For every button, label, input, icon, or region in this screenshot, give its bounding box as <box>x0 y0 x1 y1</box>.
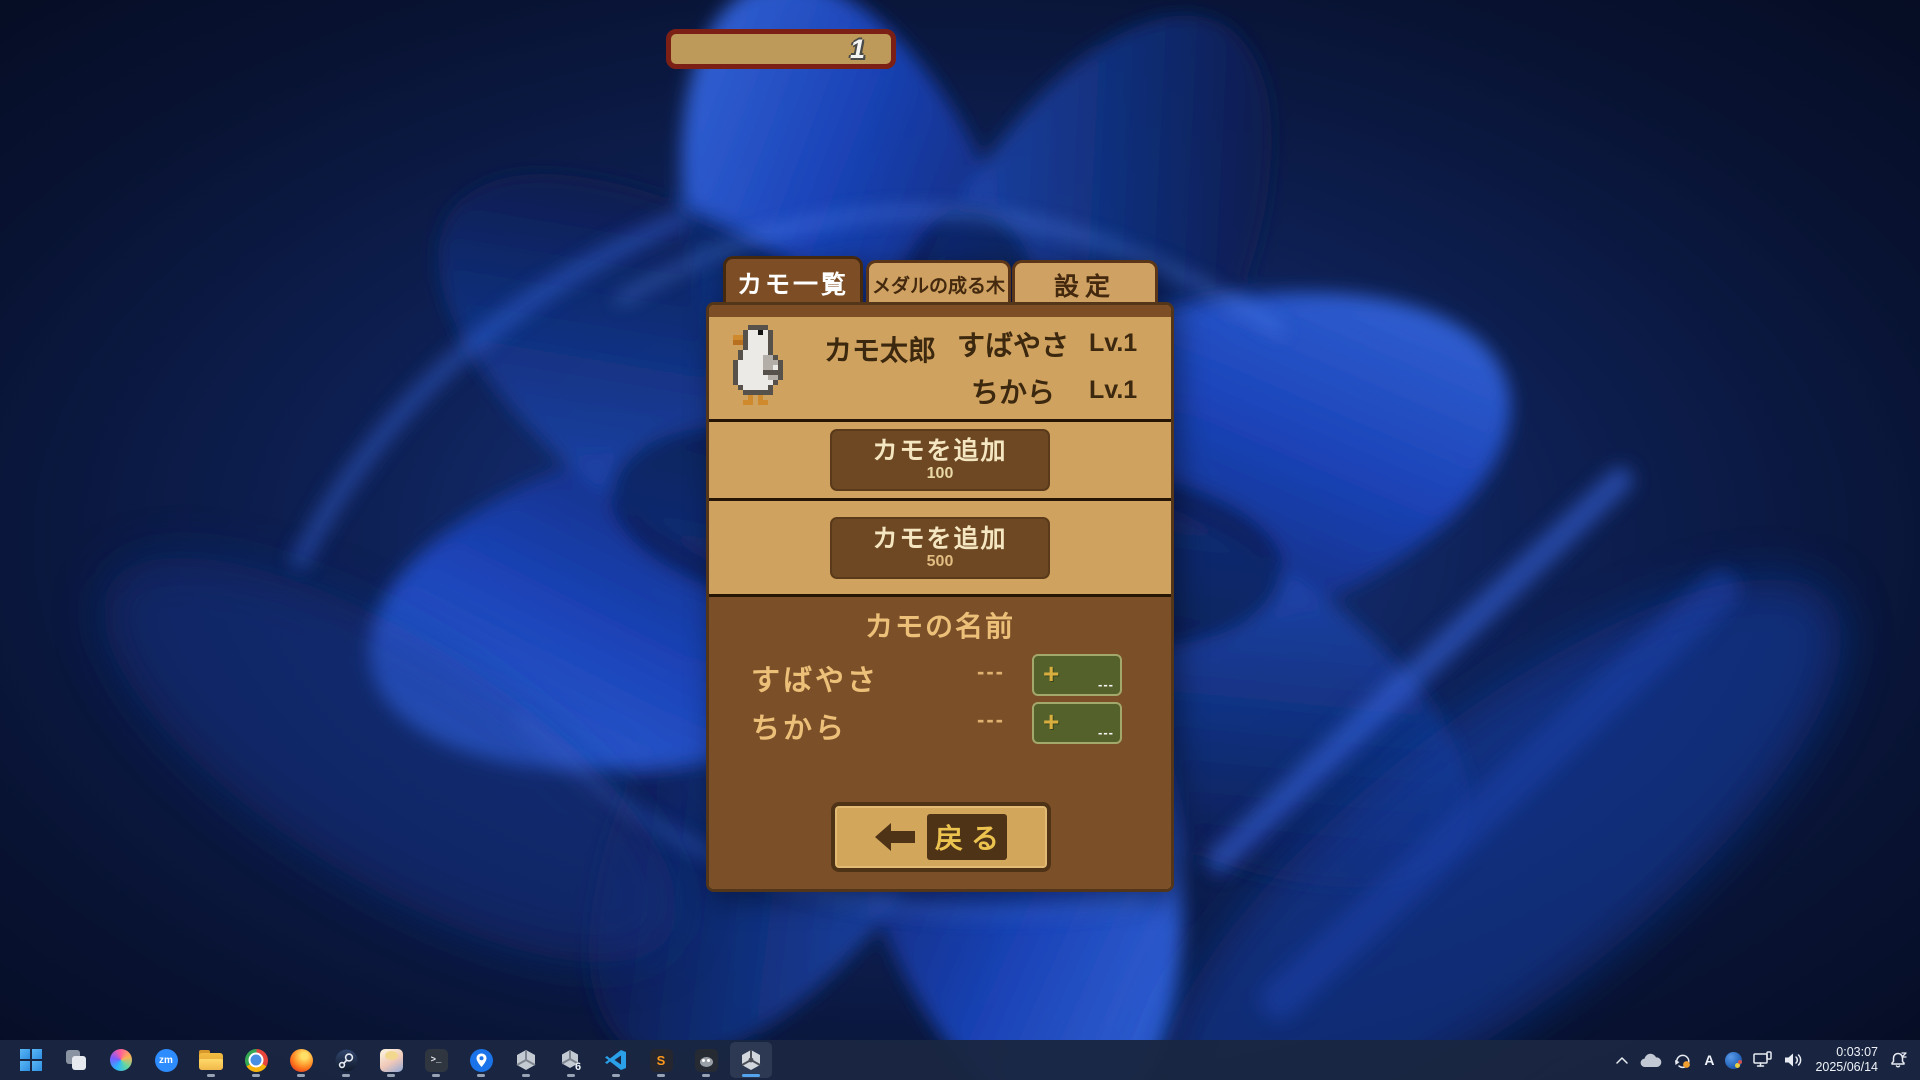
upgrade-row-speed: すばやさ --- + --- <box>709 653 1171 699</box>
upgrade-speed-value: --- <box>977 659 1005 685</box>
stat-power-level: Lv.1 <box>1089 376 1159 405</box>
cast-display-button[interactable] <box>1753 1051 1773 1069</box>
unity-hub-button[interactable] <box>505 1042 547 1078</box>
sync-status-button[interactable] <box>1673 1051 1693 1069</box>
back-button[interactable]: 戻る <box>831 802 1051 872</box>
firefox-button[interactable] <box>280 1042 322 1078</box>
steam-icon <box>335 1049 358 1072</box>
bell-sleep-icon <box>1889 1051 1908 1069</box>
add-duck-100-button[interactable]: カモを追加 100 <box>830 429 1050 491</box>
duck-name-section-title: カモの名前 <box>709 605 1171 645</box>
file-explorer-icon <box>199 1050 223 1070</box>
stat-power-label: ちから <box>937 371 1089 411</box>
tray-chevron-button[interactable] <box>1615 1055 1629 1065</box>
back-button-label: 戻る <box>927 814 1007 860</box>
character-app-button[interactable] <box>370 1042 412 1078</box>
stat-speed-level: Lv.1 <box>1089 329 1159 358</box>
duck-sprite-icon <box>733 325 788 410</box>
plus-icon: + <box>1043 658 1059 690</box>
tab-medal-tree[interactable]: メダルの成る木 <box>866 260 1011 306</box>
duck-game-panel: カモ一覧 メダルの成る木 設定 <box>706 256 1174 892</box>
unity-6-button[interactable]: 6 <box>550 1042 592 1078</box>
taskbar: zm <box>0 1040 1920 1080</box>
duck-name: カモ太郎 <box>815 329 945 369</box>
add-duck-100-cost: 100 <box>927 465 954 483</box>
tray-time: 0:03:07 <box>1815 1045 1878 1060</box>
upgrade-speed-label: すばやさ <box>751 657 879 699</box>
copilot-icon <box>110 1049 132 1071</box>
gimp-icon <box>695 1049 718 1072</box>
chrome-button[interactable] <box>235 1042 277 1078</box>
upgrade-power-value: --- <box>977 707 1005 733</box>
ime-indicator[interactable]: A <box>1704 1052 1714 1068</box>
upgrade-power-cost: --- <box>1098 725 1114 740</box>
svg-text:6: 6 <box>575 1061 581 1072</box>
system-tray: A 0:03:07 2025/06/14 <box>1615 1040 1920 1080</box>
medal-counter: 1 <box>666 29 896 69</box>
add-duck-500-label: カモを追加 <box>872 525 1007 553</box>
vscode-icon <box>604 1048 628 1072</box>
tab-duck-list[interactable]: カモ一覧 <box>723 256 863 306</box>
upgrade-speed-button[interactable]: + --- <box>1032 654 1122 696</box>
panel-body: カモ太郎 すばやさ Lv.1 ちから Lv.1 カモを追加 100 <box>706 302 1174 892</box>
onedrive-button[interactable] <box>1640 1053 1662 1068</box>
weather-globe-button[interactable] <box>1725 1052 1742 1069</box>
tray-clock[interactable]: 0:03:07 2025/06/14 <box>1815 1045 1878 1075</box>
sublime-text-icon: S <box>650 1049 673 1072</box>
copilot-button[interactable] <box>100 1042 142 1078</box>
duck-stats: すばやさ Lv.1 ちから Lv.1 <box>937 320 1165 414</box>
taskbar-apps: zm <box>10 1042 772 1078</box>
terminal-icon: >_ <box>425 1049 448 1072</box>
add-duck-100-label: カモを追加 <box>872 437 1007 465</box>
upgrade-row-power: ちから --- + --- <box>709 701 1171 747</box>
plus-icon: + <box>1043 706 1059 738</box>
file-explorer-button[interactable] <box>190 1042 232 1078</box>
back-arrow-icon <box>875 822 915 852</box>
unity-game-button[interactable] <box>730 1042 772 1078</box>
speaker-icon <box>1784 1052 1804 1068</box>
windows-start-icon <box>20 1049 42 1071</box>
duck-list-item[interactable]: カモ太郎 すばやさ Lv.1 ちから Lv.1 <box>709 317 1171 419</box>
desktop: 1 カモ一覧 メダルの成る木 設定 <box>0 0 1920 1080</box>
vscode-button[interactable] <box>595 1042 637 1078</box>
terminal-button[interactable]: >_ <box>415 1042 457 1078</box>
add-duck-500-button[interactable]: カモを追加 500 <box>830 517 1050 579</box>
upgrade-power-label: ちから <box>751 705 847 747</box>
steam-button[interactable] <box>325 1042 367 1078</box>
sublime-button[interactable]: S <box>640 1042 682 1078</box>
character-avatar-icon <box>380 1049 403 1072</box>
duck-name-section: カモの名前 すばやさ --- + --- ちから --- + --- <box>709 597 1171 889</box>
notification-bell-button[interactable] <box>1889 1051 1908 1069</box>
add-duck-500-section: カモを追加 500 <box>709 501 1171 594</box>
display-cast-icon <box>1753 1051 1773 1069</box>
stat-speed-label: すばやさ <box>937 324 1089 364</box>
map-pin-app-button[interactable] <box>460 1042 502 1078</box>
unity-game-icon <box>739 1048 763 1072</box>
tray-date: 2025/06/14 <box>1815 1060 1878 1075</box>
add-duck-500-cost: 500 <box>927 553 954 571</box>
upgrade-power-button[interactable]: + --- <box>1032 702 1122 744</box>
map-pin-icon <box>470 1049 493 1072</box>
panel-top-band <box>709 305 1171 317</box>
unity-6-icon: 6 <box>559 1048 583 1072</box>
task-view-icon <box>64 1048 88 1072</box>
task-view-button[interactable] <box>55 1042 97 1078</box>
globe-icon <box>1725 1052 1742 1069</box>
tab-settings[interactable]: 設定 <box>1012 260 1158 306</box>
zoom-icon: zm <box>155 1049 178 1072</box>
zoom-app-button[interactable]: zm <box>145 1042 187 1078</box>
volume-button[interactable] <box>1784 1052 1804 1068</box>
onedrive-cloud-icon <box>1640 1053 1662 1068</box>
chrome-icon <box>245 1049 268 1072</box>
upgrade-speed-cost: --- <box>1098 677 1114 692</box>
gimp-button[interactable] <box>685 1042 727 1078</box>
unity-hub-icon <box>514 1048 538 1072</box>
firefox-icon <box>290 1049 313 1072</box>
start-button[interactable] <box>10 1042 52 1078</box>
add-duck-100-section: カモを追加 100 <box>709 422 1171 498</box>
medal-count-value: 1 <box>850 34 865 65</box>
chevron-up-icon <box>1615 1055 1629 1065</box>
sync-icon <box>1673 1051 1693 1069</box>
